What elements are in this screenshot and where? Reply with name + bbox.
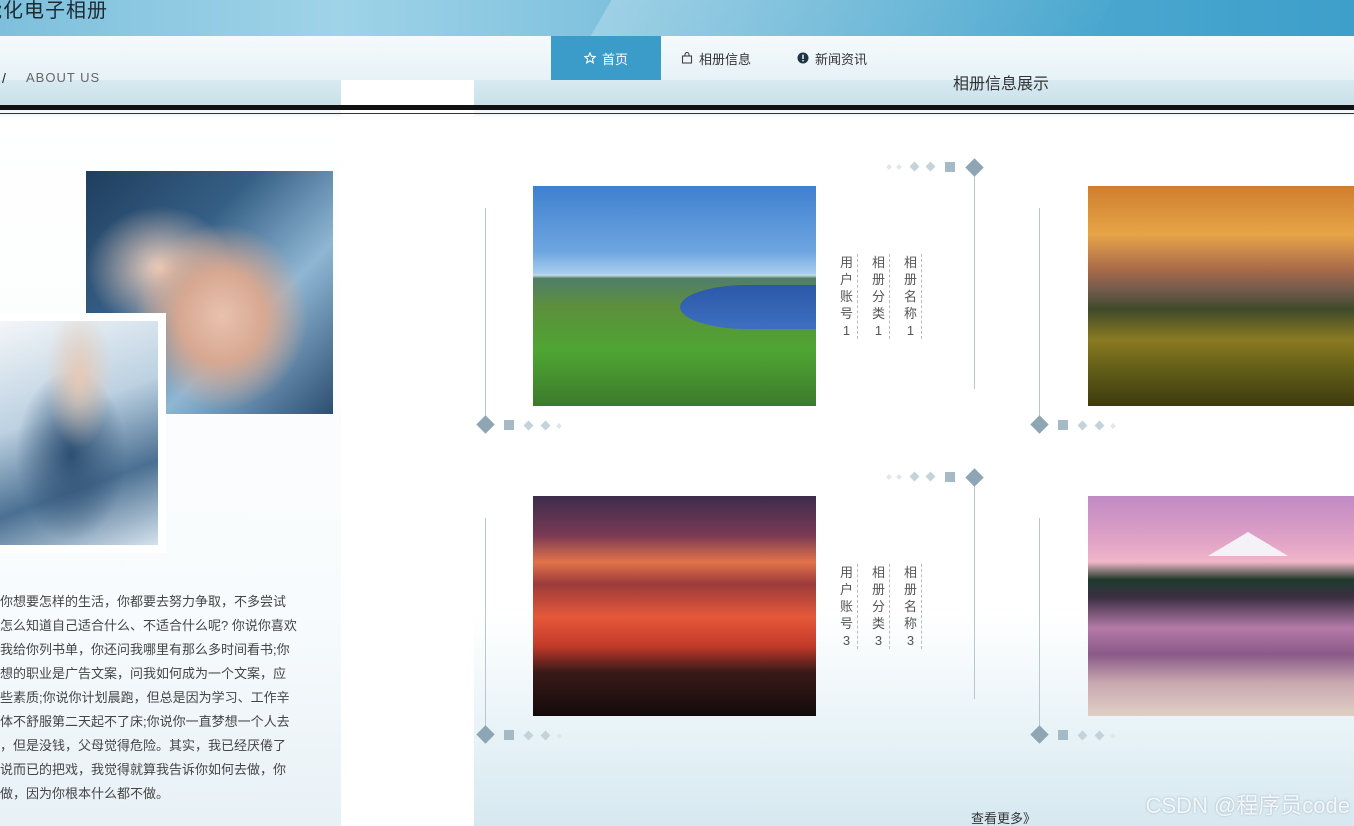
bag-icon [681, 52, 693, 64]
nav-item-label: 新闻资讯 [815, 51, 868, 67]
album-user-account: 用户账号1 [838, 254, 858, 339]
header-rule-thin [0, 113, 1354, 114]
site-title: 能化电子相册 [0, 0, 108, 22]
section-title: 相册信息展示 [953, 76, 1050, 93]
about-line: 体不舒服第二天起不了床;你说你一直梦想一个人去 [0, 714, 290, 729]
divider-column [341, 80, 474, 826]
view-more-link[interactable]: 查看更多》 [971, 808, 1036, 826]
nav-item-home[interactable]: 首页 [551, 36, 661, 80]
alert-circle-icon [797, 52, 809, 64]
main-nav: 首页 相册信息 新闻资讯 [0, 36, 1354, 80]
frame-line [974, 174, 975, 389]
album-user-account: 用户账号3 [838, 564, 858, 649]
about-slash: / [2, 70, 6, 86]
album-photo-lake[interactable] [533, 186, 816, 406]
frame-square [504, 730, 514, 740]
frame-square [945, 472, 955, 482]
about-line: 怎么知道自己适合什么、不适合什么呢? 你说你喜欢 [0, 618, 297, 633]
album-name: 相册名称1 [902, 254, 922, 339]
about-line: 些素质;你说你计划晨跑，但总是因为学习、工作辛 [0, 690, 290, 705]
frame-line [485, 208, 486, 418]
top-banner: 能化电子相册 [0, 0, 1354, 36]
nav-item-albums[interactable]: 相册信息 [681, 36, 751, 80]
about-us-label: ABOUT US [26, 70, 101, 85]
frame-square [1058, 730, 1068, 740]
frame-line [1039, 208, 1040, 418]
header-rule [0, 105, 1354, 110]
lake-shape [680, 285, 816, 329]
frame-square [504, 420, 514, 430]
album-name: 相册名称3 [902, 564, 922, 649]
about-line: 想的职业是广告文案，问我如何成为一个文案，应 [0, 666, 287, 681]
star-icon [583, 52, 596, 64]
frame-line [485, 518, 486, 728]
frame-line [974, 484, 975, 699]
album-photo-sunset[interactable] [533, 496, 816, 716]
sub-header [0, 80, 1354, 106]
about-line: 说而已的把戏，我觉得就算我告诉你如何去做，你 [0, 762, 287, 777]
nav-item-label: 相册信息 [699, 51, 752, 67]
nav-item-news[interactable]: 新闻资讯 [797, 36, 867, 80]
frame-square [1058, 420, 1068, 430]
album-photo-meadow[interactable] [1088, 186, 1354, 406]
album-category: 相册分类1 [870, 254, 890, 339]
frame-square [945, 162, 955, 172]
frame-line [1039, 518, 1040, 728]
tablet-image-frame [0, 313, 166, 553]
about-line: 你想要怎样的生活，你都要去努力争取，不多尝试 [0, 594, 287, 609]
album-photo-mountain-lake[interactable] [1088, 496, 1354, 716]
tablet-analytics-image [0, 321, 158, 545]
about-line: ，但是没钱，父母觉得危险。其实，我已经厌倦了 [0, 738, 287, 753]
about-line: 做，因为你根本什么都不做。 [0, 786, 170, 801]
nav-item-label: 首页 [601, 51, 628, 67]
csdn-watermark: CSDN @程序员code [1145, 793, 1351, 818]
album-category: 相册分类3 [870, 564, 890, 649]
mountain-peak [1208, 532, 1288, 556]
about-paragraph: 你想要怎样的生活，你都要去努力争取，不多尝试 怎么知道自己适合什么、不适合什么呢… [0, 590, 322, 806]
about-line: 我给你列书单，你还问我哪里有那么多时间看书;你 [0, 642, 290, 657]
